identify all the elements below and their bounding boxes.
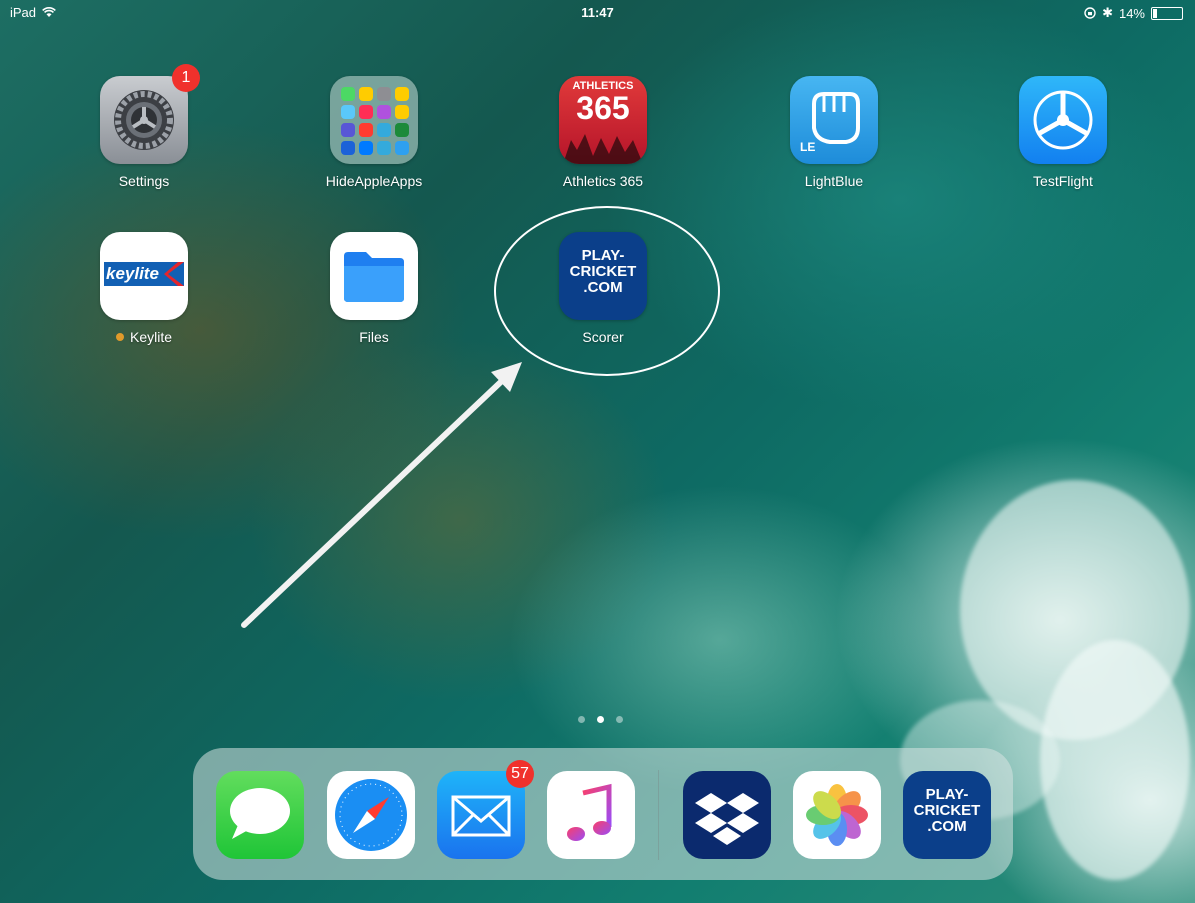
new-update-dot bbox=[115, 333, 124, 341]
page-dot-current[interactable] bbox=[597, 716, 604, 723]
mail-badge: 57 bbox=[506, 760, 534, 788]
highlight-ellipse bbox=[494, 206, 720, 376]
music-icon[interactable] bbox=[547, 771, 635, 859]
app-label: Athletics 365 bbox=[562, 173, 644, 189]
app-files[interactable]: Files bbox=[314, 232, 434, 345]
runners-silhouette-icon bbox=[563, 134, 643, 164]
app-label: HideAppleApps bbox=[325, 173, 423, 189]
page-dot[interactable] bbox=[616, 716, 623, 723]
wave-foam bbox=[1040, 640, 1190, 880]
keylite-logo-icon[interactable]: keylite bbox=[100, 232, 188, 320]
settings-gear-icon[interactable] bbox=[100, 76, 188, 164]
photos-icon[interactable] bbox=[793, 771, 881, 859]
app-folder-hideappleapps[interactable]: HideAppleApps bbox=[314, 76, 434, 189]
page-dot[interactable] bbox=[578, 716, 585, 723]
athletics-365-icon[interactable]: ATHLETICS 365 bbox=[559, 76, 647, 164]
clock: 11:47 bbox=[581, 5, 614, 20]
app-keylite[interactable]: keylite Keylite bbox=[84, 232, 204, 345]
battery-percent: 14% bbox=[1118, 5, 1145, 21]
app-label: Keylite bbox=[84, 329, 204, 345]
play-cricket-icon-text: PLAY- CRICKET .COM bbox=[913, 786, 981, 835]
app-athletics-365[interactable]: ATHLETICS 365 Athletics 365 bbox=[543, 76, 663, 189]
files-folder-icon[interactable] bbox=[330, 232, 418, 320]
battery-icon bbox=[1151, 6, 1183, 20]
app-label: LightBlue bbox=[804, 173, 864, 189]
battery-level bbox=[1153, 8, 1157, 18]
page-indicator[interactable] bbox=[578, 716, 623, 723]
app-testflight[interactable]: TestFlight bbox=[1003, 76, 1123, 189]
athletics-icon-number: 365 bbox=[576, 90, 630, 126]
keylite-chevron-icon bbox=[164, 262, 184, 286]
notification-badge: 1 bbox=[172, 64, 200, 92]
app-label: Files bbox=[359, 329, 389, 345]
status-right: ✱ 14% bbox=[1084, 5, 1183, 21]
dock-separator bbox=[658, 770, 659, 860]
status-bar: iPad 11:47 ✱ 14% bbox=[0, 0, 1195, 24]
play-cricket-dock-icon[interactable]: PLAY- CRICKET .COM bbox=[903, 771, 991, 859]
app-label: Settings bbox=[118, 173, 170, 189]
lightblue-icon-text: LE bbox=[800, 140, 816, 154]
testflight-propeller-icon[interactable] bbox=[1019, 76, 1107, 164]
keylite-icon-text: keylite bbox=[106, 264, 159, 283]
app-label: TestFlight bbox=[1033, 173, 1093, 189]
app-lightblue[interactable]: LE LightBlue bbox=[774, 76, 894, 189]
rotation-lock-icon bbox=[1084, 7, 1096, 19]
lightblue-fist-icon[interactable]: LE bbox=[790, 76, 878, 164]
messages-icon[interactable] bbox=[216, 771, 304, 859]
safari-icon[interactable] bbox=[327, 771, 415, 859]
dropbox-icon[interactable] bbox=[683, 771, 771, 859]
bluetooth-icon: ✱ bbox=[1102, 5, 1113, 20]
app-settings[interactable]: 1 Settings bbox=[84, 64, 204, 189]
folder-icon[interactable] bbox=[330, 76, 418, 164]
